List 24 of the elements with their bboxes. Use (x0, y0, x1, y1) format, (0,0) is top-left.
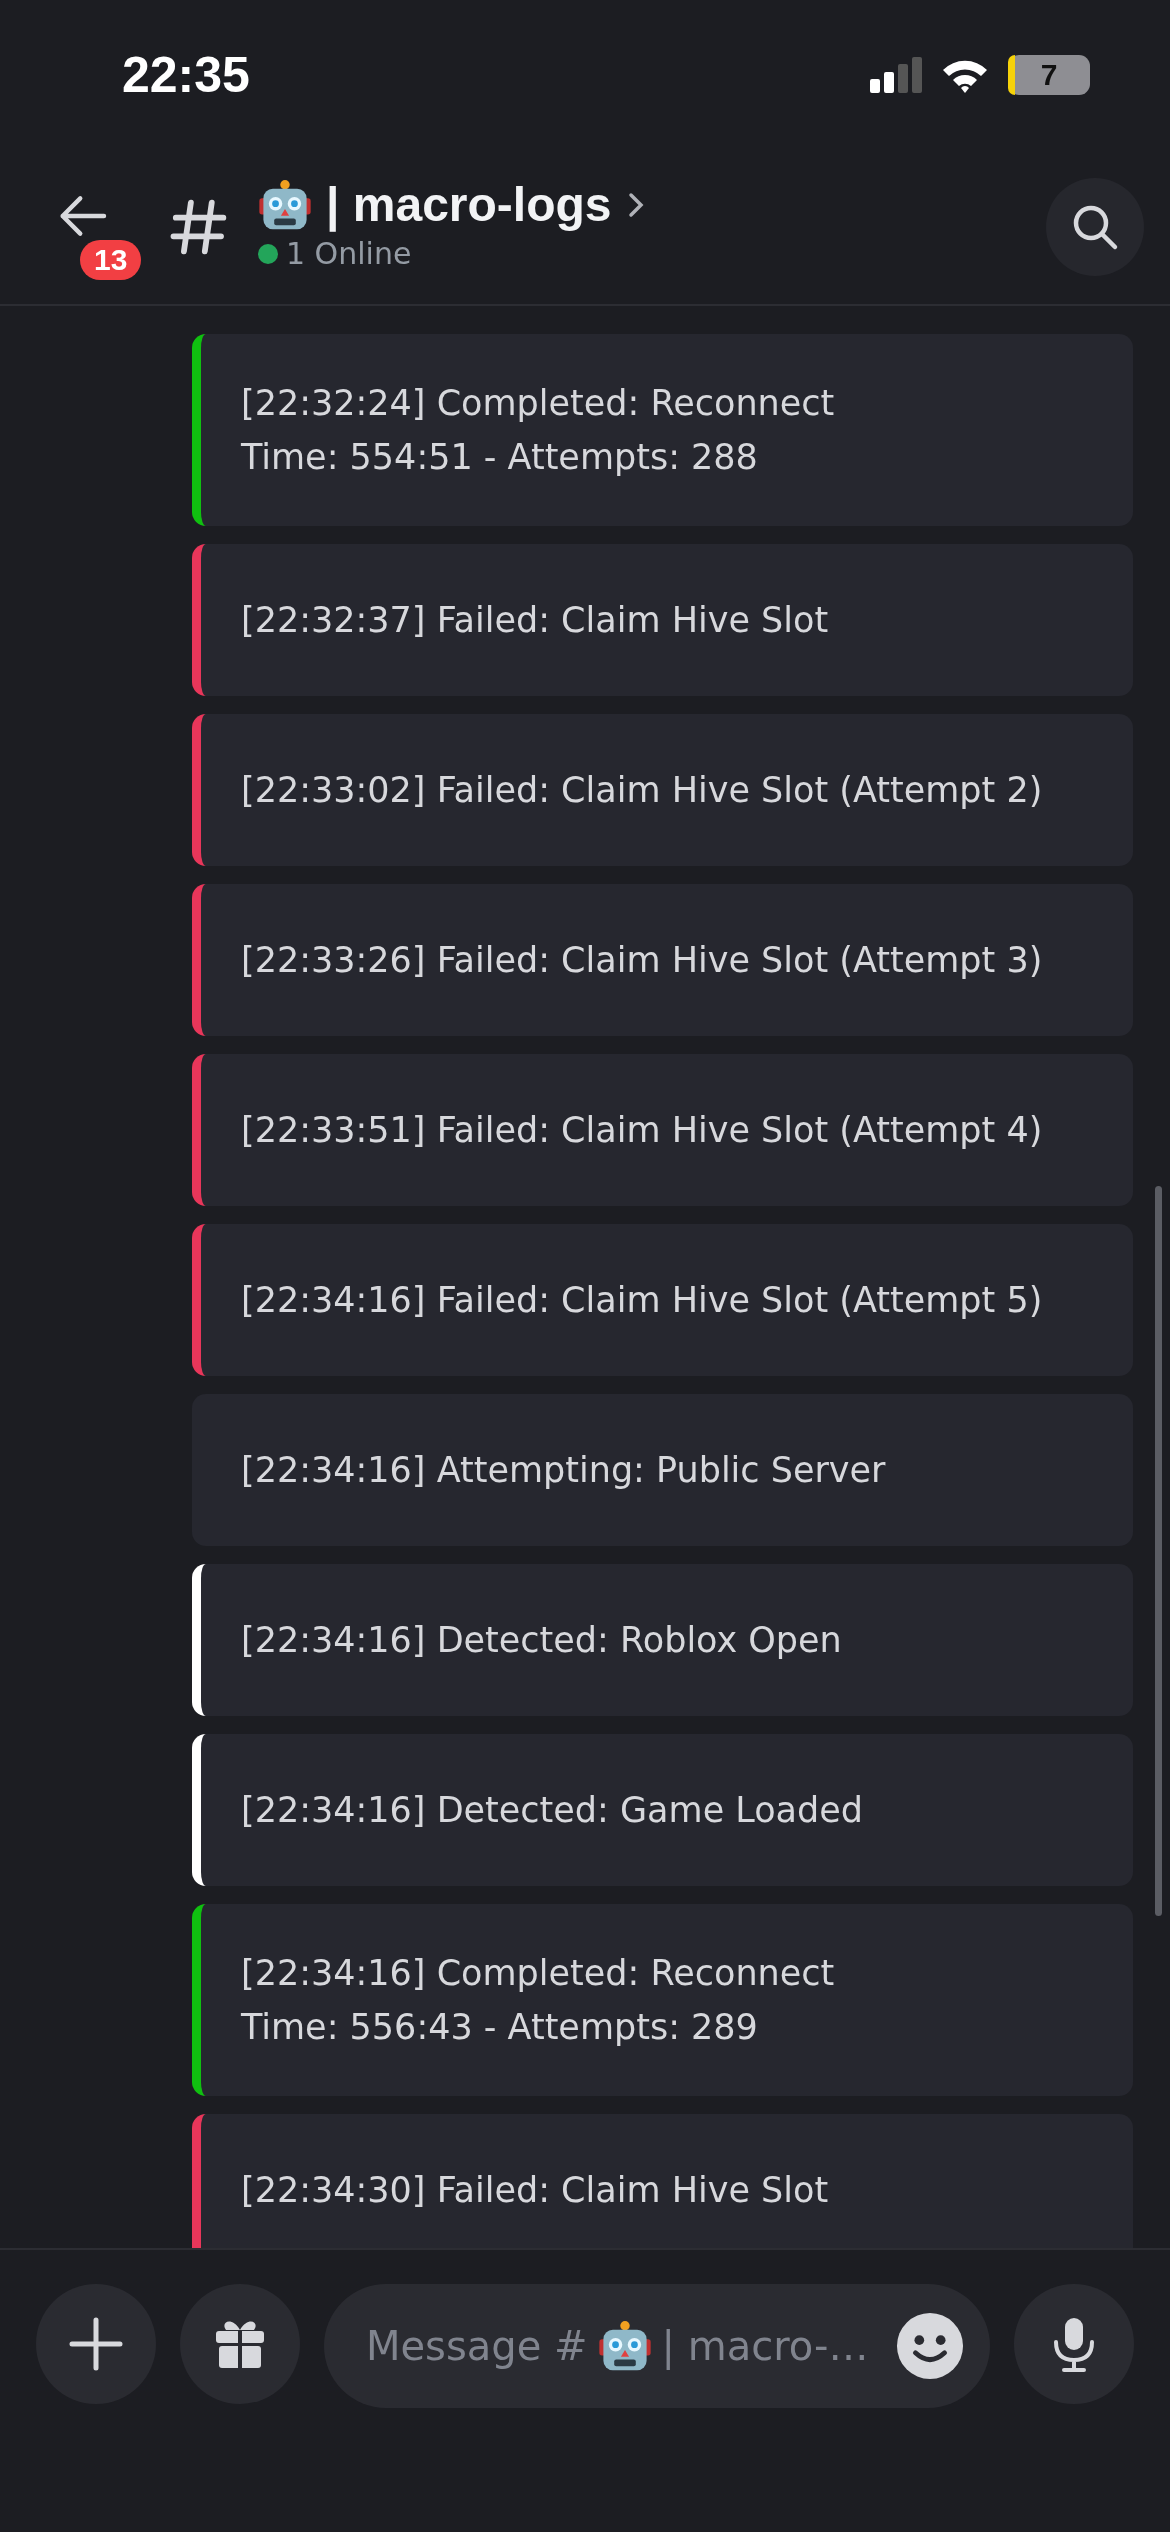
log-message: [22:34:16] Completed: Reconnect Time: 556:43 - Attempts: 289 (192, 1904, 1133, 2096)
online-count: 1 Online (286, 236, 412, 271)
log-message: [22:34:30] Failed: Claim Hive Slot (192, 2114, 1133, 2248)
log-message: [22:33:26] Failed: Claim Hive Slot (Attempt 3) (192, 884, 1133, 1036)
log-message: [22:34:16] Failed: Claim Hive Slot (Attempt 5) (192, 1224, 1133, 1376)
unread-badge: 13 (80, 240, 142, 280)
log-message: [22:34:16] Detected: Roblox Open (192, 1564, 1133, 1716)
hash-icon (170, 198, 228, 256)
online-dot (258, 243, 278, 264)
message-field[interactable]: Message # | macro-… (324, 2284, 990, 2408)
battery-icon: 7 (1008, 55, 1090, 95)
status-time: 22:35 (122, 46, 250, 104)
emoji-icon[interactable] (896, 2312, 964, 2380)
log-message: [22:33:02] Failed: Claim Hive Slot (Attempt 2) (192, 714, 1133, 866)
log-message: [22:32:37] Failed: Claim Hive Slot (192, 544, 1133, 696)
channel-name[interactable]: | macro-logs (326, 177, 612, 232)
log-message: [22:34:16] Attempting: Public Server (192, 1394, 1133, 1546)
log-message: [22:32:24] Completed: Reconnect Time: 554:51 - Attempts: 288 (192, 334, 1133, 526)
log-message: [22:33:51] Failed: Claim Hive Slot (Attempt 4) (192, 1054, 1133, 1206)
log-message: [22:34:16] Detected: Game Loaded (192, 1734, 1133, 1886)
robot-icon (597, 2319, 652, 2373)
robot-icon (258, 177, 312, 232)
scrollbar[interactable] (1155, 1186, 1162, 1916)
signal-icon (870, 57, 922, 93)
